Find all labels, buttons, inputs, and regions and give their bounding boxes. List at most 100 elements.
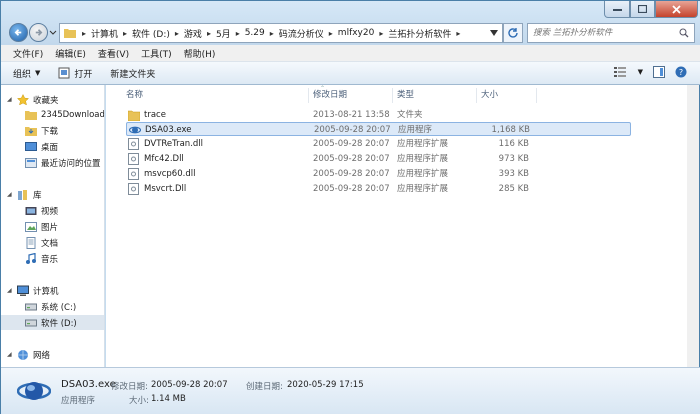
breadcrumb-item[interactable]: mlfxy20 <box>335 28 378 38</box>
minimize-button[interactable] <box>604 1 630 18</box>
close-icon <box>672 4 681 14</box>
sidebar-item-documents[interactable]: 文档 <box>1 235 104 250</box>
sidebar-item-pictures[interactable]: 图片 <box>1 219 104 234</box>
breadcrumb-item[interactable]: 软件 (D:) <box>129 27 173 40</box>
chevron-down-icon: ◢ <box>7 287 12 294</box>
sidebar-group-computer[interactable]: ◢ 计算机 <box>1 283 104 298</box>
menu-edit[interactable]: 编辑(E) <box>49 47 92 60</box>
menu-tools[interactable]: 工具(T) <box>135 47 178 60</box>
file-date: 2013-08-21 13:58 <box>313 110 390 120</box>
table-row[interactable]: Msvcrt.Dll 2005-09-28 20:07 应用程序扩展 285 K… <box>126 182 631 196</box>
library-icon <box>18 189 27 200</box>
sidebar-group-libraries[interactable]: ◢ 库 <box>1 187 104 202</box>
file-size: 973 KB <box>498 154 529 164</box>
chevron-down-icon[interactable] <box>490 30 498 36</box>
file-list[interactable]: 名称 修改日期 类型 大小 ⌃ trace 2013-08-21 13:58 文… <box>106 85 689 367</box>
maximize-button[interactable] <box>630 1 655 18</box>
file-size: 285 KB <box>498 184 529 194</box>
sidebar-group-favorites[interactable]: ◢ 收藏夹 <box>1 92 104 107</box>
desktop-icon <box>25 141 37 151</box>
sidebar-label: 图片 <box>41 222 59 233</box>
sidebar-label: 桌面 <box>41 142 59 153</box>
open-button[interactable]: 打开 <box>58 67 92 80</box>
menu-file[interactable]: 文件(F) <box>7 47 49 60</box>
column-headers: 名称 修改日期 类型 大小 <box>122 88 637 103</box>
video-icon <box>25 206 37 215</box>
forward-button[interactable] <box>29 23 48 42</box>
history-dropdown-icon[interactable] <box>49 30 57 36</box>
preview-pane-icon[interactable] <box>653 66 665 78</box>
file-type: 应用程序扩展 <box>397 154 449 164</box>
refresh-button[interactable] <box>503 23 523 43</box>
table-row[interactable]: Mfc42.Dll 2005-09-28 20:07 应用程序扩展 973 KB <box>126 152 631 166</box>
table-row[interactable]: msvcp60.dll 2005-09-28 20:07 应用程序扩展 393 … <box>126 167 631 181</box>
recent-places-icon <box>25 157 37 168</box>
sidebar-item-music[interactable]: 音乐 <box>1 251 104 266</box>
breadcrumb-item[interactable]: 计算机 <box>88 27 121 40</box>
help-icon[interactable]: ? <box>675 66 687 78</box>
explorer-window: ▸ 计算机 ▸ 软件 (D:) ▸ 游戏 ▸ 5月 ▸ 5.29 ▸ 码流分析仪 ▸ mlf… <box>0 0 700 414</box>
sidebar-item-drive-d[interactable]: 软件 (D:) <box>1 315 104 330</box>
search-box[interactable] <box>527 23 695 43</box>
table-row[interactable]: DSA03.exe 2005-09-28 20:07 应用程序 1,168 KB <box>126 122 631 136</box>
search-input[interactable] <box>533 28 673 38</box>
view-options-icon[interactable] <box>613 66 628 78</box>
file-date: 2005-09-28 20:07 <box>314 125 391 135</box>
sidebar-item-downloads[interactable]: 下载 <box>1 123 104 138</box>
column-header-type[interactable]: 类型 <box>393 88 477 103</box>
new-folder-button[interactable]: 新建文件夹 <box>110 67 155 80</box>
back-button[interactable] <box>9 23 28 42</box>
sidebar-item-videos[interactable]: 视频 <box>1 203 104 218</box>
file-type: 应用程序扩展 <box>397 139 449 149</box>
detail-created-value: 2020-05-29 17:15 <box>287 380 364 390</box>
dll-icon <box>128 168 139 180</box>
breadcrumb-item[interactable]: 5.29 <box>242 28 268 38</box>
svg-text:?: ? <box>679 68 683 77</box>
detail-modified-value: 2005-09-28 20:07 <box>151 380 228 390</box>
breadcrumb[interactable]: ▸ 计算机 ▸ 软件 (D:) ▸ 游戏 ▸ 5月 ▸ 5.29 ▸ 码流分析仪 ▸ mlf… <box>59 23 503 43</box>
folder-icon <box>64 29 76 38</box>
menu-view[interactable]: 查看(V) <box>92 47 135 60</box>
close-button[interactable] <box>655 1 698 18</box>
table-row[interactable]: trace 2013-08-21 13:58 文件夹 <box>126 108 631 122</box>
minimize-icon <box>612 9 622 11</box>
sidebar-item-desktop[interactable]: 桌面 <box>1 139 104 154</box>
dll-icon <box>128 153 139 165</box>
sidebar-item-recent-places[interactable]: 最近访问的位置 <box>1 155 104 170</box>
file-type: 应用程序扩展 <box>397 169 449 179</box>
file-date: 2005-09-28 20:07 <box>313 154 390 164</box>
file-type: 应用程序 <box>398 125 433 135</box>
menu-help[interactable]: 帮助(H) <box>178 47 222 60</box>
arrow-left-icon <box>14 29 22 36</box>
chevron-down-icon: ◢ <box>7 351 12 358</box>
organize-label: 组织 <box>13 69 32 80</box>
sidebar-item-drive-c[interactable]: 系统 (C:) <box>1 299 104 314</box>
table-row[interactable]: DVTReTran.dll 2005-09-28 20:07 应用程序扩展 11… <box>126 137 631 151</box>
file-type: 文件夹 <box>397 110 423 120</box>
column-header-size[interactable]: 大小 <box>477 88 537 103</box>
column-header-name[interactable]: 名称 <box>122 88 309 103</box>
music-icon <box>26 252 36 264</box>
sort-arrow-icon: ⌃ <box>320 85 326 92</box>
file-name: Mfc42.Dll <box>144 154 184 164</box>
dll-icon <box>128 183 139 195</box>
chevron-down-icon[interactable]: ▼ <box>638 68 643 76</box>
folder-icon <box>128 110 140 121</box>
view-controls: ▼ ? <box>613 66 687 78</box>
documents-icon <box>26 236 36 249</box>
maximize-icon <box>638 5 647 13</box>
breadcrumb-item[interactable]: 5月 <box>213 27 234 40</box>
sidebar-label: 文档 <box>41 238 59 249</box>
breadcrumb-item[interactable]: 兰拓扑分析软件 <box>385 27 454 40</box>
network-icon <box>18 349 28 360</box>
navigation-pane: ◢ 收藏夹 2345Downloads 下载 桌面 最近访问的位置 ◢ 库 视频 <box>1 85 105 367</box>
chevron-down-icon: ▼ <box>35 69 41 77</box>
breadcrumb-item[interactable]: 码流分析仪 <box>276 27 327 40</box>
scrollbar[interactable] <box>687 85 699 367</box>
organize-button[interactable]: 组织 ▼ <box>13 67 40 80</box>
sidebar-label: 视频 <box>41 206 59 217</box>
sidebar-group-network[interactable]: ◢ 网络 <box>1 347 104 362</box>
search-icon <box>679 28 689 38</box>
sidebar-item-2345downloads[interactable]: 2345Downloads <box>1 107 104 122</box>
breadcrumb-item[interactable]: 游戏 <box>181 27 205 40</box>
